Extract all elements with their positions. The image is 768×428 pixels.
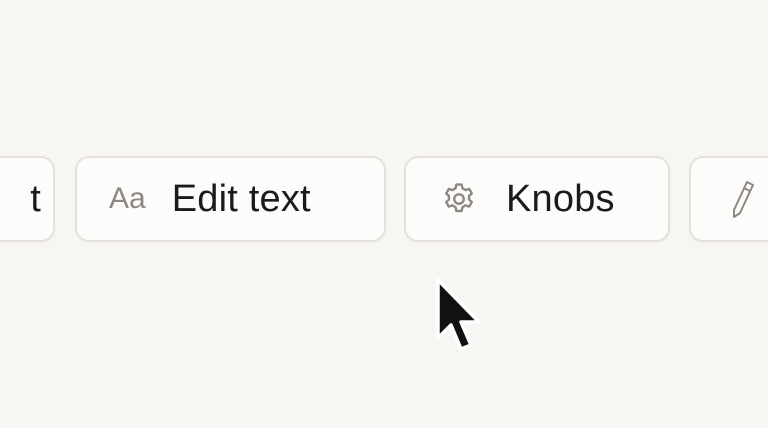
screen: t Aa Edit text Knobs [0,0,768,428]
toolbar-button-partial-right[interactable] [689,156,768,242]
gear-icon [440,180,478,218]
edit-text-button[interactable]: Aa Edit text [75,156,386,242]
pencil-icon [729,179,755,219]
mouse-cursor-icon [436,278,481,351]
knobs-label: Knobs [506,177,615,220]
toolbar-button-partial-left-label: t [30,177,41,220]
text-format-icon: Aa [109,182,146,215]
edit-text-label: Edit text [171,177,311,220]
toolbar: t Aa Edit text Knobs [0,0,768,428]
knobs-button[interactable]: Knobs [404,156,670,242]
toolbar-button-partial-left[interactable]: t [0,156,55,242]
